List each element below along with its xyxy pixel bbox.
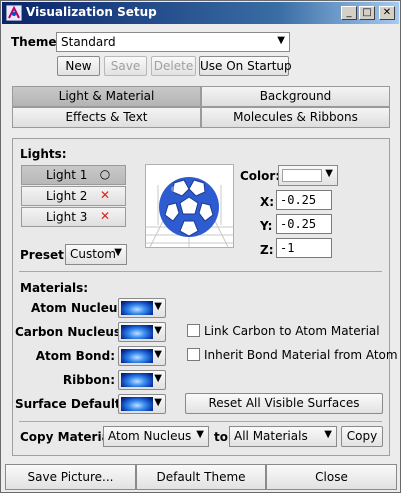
light-z-field[interactable]: -1 <box>276 238 332 258</box>
material-swatch <box>121 301 153 315</box>
light-y-value: -0.25 <box>280 217 317 231</box>
material-label-carbon-nucleus: Carbon Nucleus: <box>15 325 126 339</box>
light-off-icon: ✕ <box>99 188 111 202</box>
material-label-atom-nucleus: Atom Nucleus: <box>31 301 130 315</box>
chevron-down-icon: ▼ <box>154 325 162 336</box>
close-button[interactable]: Close <box>266 464 397 490</box>
y-label: Y: <box>260 219 273 233</box>
light-item-name: Light 1 <box>46 168 88 182</box>
window-title: Visualization Setup <box>26 5 157 19</box>
atom-bond-material-button[interactable]: ▼ <box>118 346 166 366</box>
soccer-ball-preview-icon <box>146 177 233 248</box>
light-item-name: Light 2 <box>46 189 88 203</box>
copy-to-label: to <box>214 430 228 444</box>
surface-default-material-button[interactable]: ▼ <box>118 394 166 414</box>
x-label: X: <box>260 195 275 209</box>
app-icon <box>6 5 22 21</box>
theme-select[interactable]: Standard ▼ <box>56 32 290 52</box>
color-label: Color: <box>240 169 281 183</box>
material-label-surface-default: Surface Default: <box>15 397 126 411</box>
chevron-down-icon: ▼ <box>154 349 162 360</box>
chevron-down-icon: ▼ <box>154 397 162 408</box>
section-divider <box>19 271 382 272</box>
new-theme-button[interactable]: New <box>57 56 100 76</box>
z-label: Z: <box>260 243 274 257</box>
theme-label: Theme: <box>11 35 62 49</box>
preset-select[interactable]: Custom ▼ <box>65 244 127 265</box>
material-swatch <box>121 373 153 387</box>
chevron-down-icon: ▼ <box>154 373 162 384</box>
material-swatch <box>121 397 153 411</box>
light-y-field[interactable]: -0.25 <box>276 214 332 234</box>
tab-effects-text[interactable]: Effects & Text <box>12 107 201 128</box>
minimize-button[interactable]: _ <box>341 6 357 20</box>
light-x-value: -0.25 <box>280 193 317 207</box>
tab-light-material[interactable]: Light & Material <box>12 86 201 107</box>
color-swatch <box>282 169 322 182</box>
maximize-button[interactable]: □ <box>359 6 375 20</box>
section-divider <box>19 421 382 422</box>
lights-label: Lights: <box>20 147 67 161</box>
copy-to-select[interactable]: All Materials ▼ <box>229 426 337 447</box>
light-item-1[interactable]: Light 1 ○ <box>21 165 126 185</box>
light-x-field[interactable]: -0.25 <box>276 190 332 210</box>
save-theme-button[interactable]: Save <box>104 56 147 76</box>
reset-surfaces-button[interactable]: Reset All Visible Surfaces <box>185 393 383 414</box>
light-item-2[interactable]: Light 2 ✕ <box>21 186 126 206</box>
light-on-icon: ○ <box>99 167 111 181</box>
chevron-down-icon: ▼ <box>154 301 162 312</box>
material-swatch <box>121 349 153 363</box>
chevron-down-icon: ▼ <box>277 35 285 46</box>
material-label-ribbon: Ribbon: <box>62 373 115 387</box>
copy-button[interactable]: Copy <box>341 426 383 447</box>
close-window-button[interactable]: ✕ <box>379 6 395 20</box>
inherit-bond-checkbox[interactable] <box>187 348 200 361</box>
light-color-picker[interactable]: ▼ <box>278 165 338 186</box>
default-theme-button[interactable]: Default Theme <box>136 464 266 490</box>
chevron-down-icon: ▼ <box>325 168 333 179</box>
title-bar[interactable]: Visualization Setup _ □ ✕ <box>2 2 399 24</box>
delete-theme-button[interactable]: Delete <box>151 56 196 76</box>
chevron-down-icon: ▼ <box>114 247 122 258</box>
material-swatch <box>121 325 153 339</box>
light-off-icon: ✕ <box>99 209 111 223</box>
tab-background[interactable]: Background <box>201 86 390 107</box>
chevron-down-icon: ▼ <box>324 429 332 440</box>
light-z-value: -1 <box>280 241 295 255</box>
atom-nucleus-material-button[interactable]: ▼ <box>118 298 166 318</box>
tab-molecules-ribbons[interactable]: Molecules & Ribbons <box>201 107 390 128</box>
link-carbon-checkbox[interactable] <box>187 324 200 337</box>
use-on-startup-button[interactable]: Use On Startup <box>199 56 292 76</box>
copy-from-value: Atom Nucleus <box>108 429 192 443</box>
copy-from-select[interactable]: Atom Nucleus ▼ <box>103 426 209 447</box>
carbon-nucleus-material-button[interactable]: ▼ <box>118 322 166 342</box>
light-item-3[interactable]: Light 3 ✕ <box>21 207 126 227</box>
save-picture-button[interactable]: Save Picture... <box>5 464 136 490</box>
preset-label: Preset: <box>20 248 69 262</box>
visualization-setup-window: Visualization Setup _ □ ✕ Theme: Standar… <box>0 0 401 493</box>
link-carbon-label: Link Carbon to Atom Material <box>204 324 380 338</box>
chevron-down-icon: ▼ <box>196 429 204 440</box>
copy-to-value: All Materials <box>234 429 308 443</box>
theme-select-value: Standard <box>61 35 116 49</box>
light-preview[interactable] <box>145 164 234 248</box>
light-item-name: Light 3 <box>46 210 88 224</box>
material-label-atom-bond: Atom Bond: <box>35 349 115 363</box>
preset-select-value: Custom <box>70 247 116 261</box>
inherit-bond-label: Inherit Bond Material from Atom <box>204 348 398 362</box>
materials-label: Materials: <box>20 281 89 295</box>
ribbon-material-button[interactable]: ▼ <box>118 370 166 390</box>
